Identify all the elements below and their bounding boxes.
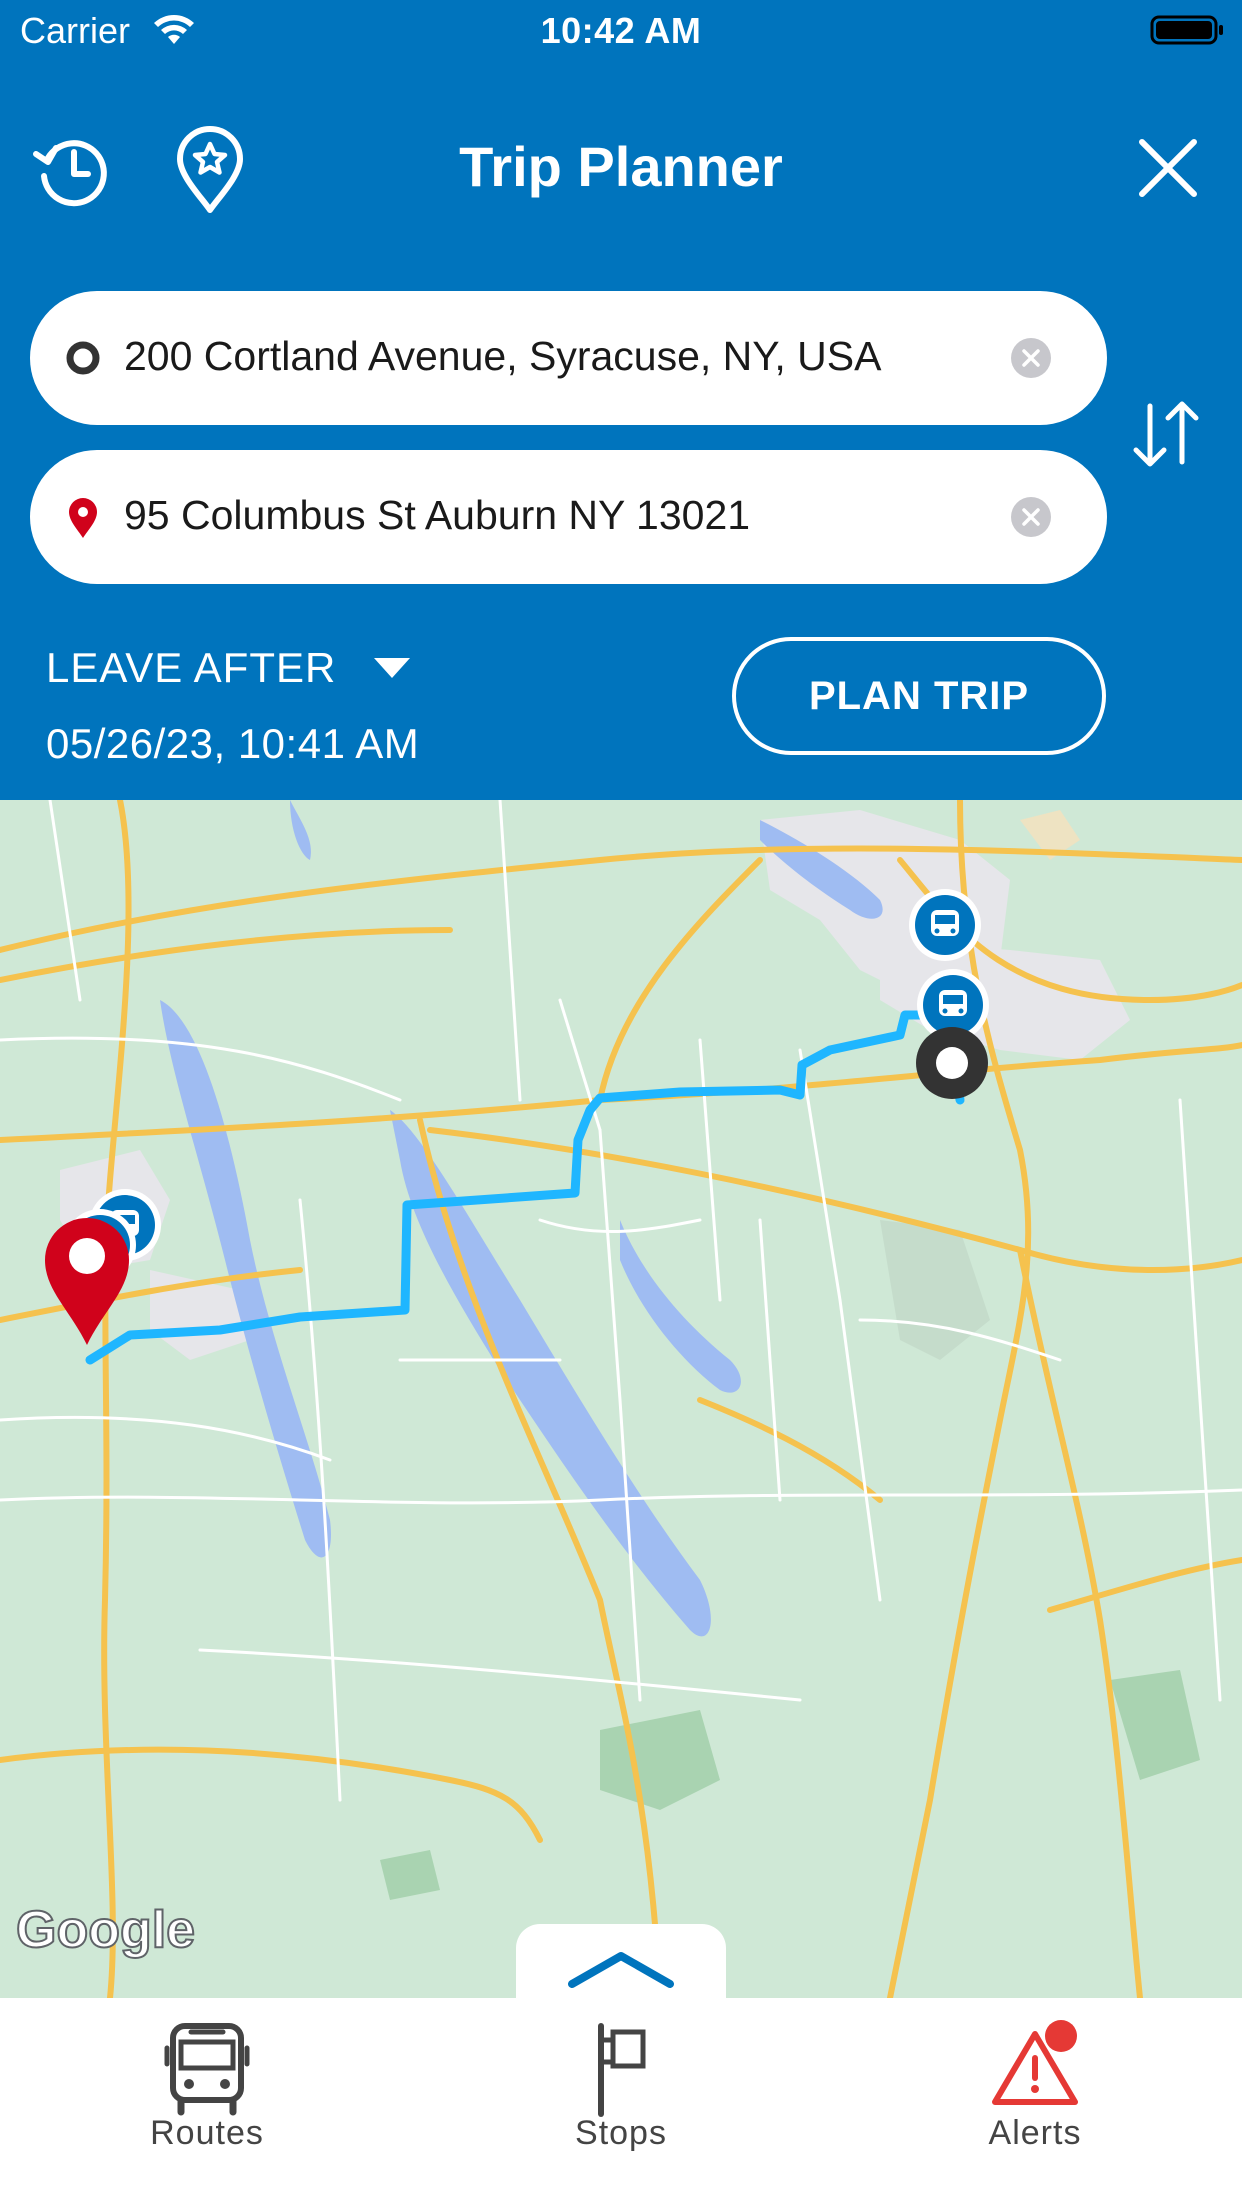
google-attribution: Google <box>15 1900 196 1960</box>
leave-mode-selector[interactable]: LEAVE AFTER <box>46 644 336 692</box>
destination-field[interactable]: 95 Columbus St Auburn NY 13021 <box>30 450 1107 584</box>
alert-badge <box>1045 2020 1077 2052</box>
origin-marker[interactable] <box>916 1027 988 1099</box>
destination-pin-icon <box>69 498 97 538</box>
tab-bar: Routes Stops Alerts <box>0 1998 1242 2208</box>
trip-drawer-handle[interactable] <box>516 1924 726 2008</box>
origin-dot-icon <box>66 341 100 375</box>
origin-field[interactable]: 200 Cortland Avenue, Syracuse, NY, USA <box>30 291 1107 425</box>
title-row: Trip Planner <box>0 110 1242 220</box>
stop-sign-icon <box>598 2023 646 2117</box>
clear-origin-icon[interactable] <box>1010 337 1052 379</box>
alert-triangle-icon <box>992 2020 1078 2105</box>
swap-locations-icon[interactable] <box>1128 398 1204 470</box>
tab-routes-label: Routes <box>150 2114 264 2152</box>
battery-icon <box>1150 15 1223 45</box>
status-bar: Carrier 10:42 AM <box>0 0 1242 62</box>
plan-trip-button[interactable]: PLAN TRIP <box>732 637 1106 755</box>
tab-routes[interactable]: Routes <box>0 1998 414 2208</box>
close-icon[interactable] <box>1132 132 1204 204</box>
map-canvas <box>0 800 1242 1998</box>
bus-stop-marker[interactable] <box>909 889 981 961</box>
clock: 10:42 AM <box>540 10 702 51</box>
header: Carrier 10:42 AM Trip Planner 200 Cortla… <box>0 0 1242 800</box>
tab-alerts-label: Alerts <box>988 2114 1082 2152</box>
destination-input[interactable]: 95 Columbus St Auburn NY 13021 <box>124 492 750 539</box>
destination-marker[interactable] <box>45 1218 129 1345</box>
tab-stops[interactable]: Stops <box>414 1998 828 2208</box>
clear-destination-icon[interactable] <box>1010 496 1052 538</box>
star-pin-icon[interactable] <box>174 126 246 216</box>
tab-stops-label: Stops <box>575 2114 667 2152</box>
departure-datetime[interactable]: 05/26/23, 10:41 AM <box>46 720 419 768</box>
tab-alerts[interactable]: Alerts <box>828 1998 1242 2208</box>
map-view[interactable]: Google <box>0 800 1242 1998</box>
chevron-down-icon[interactable] <box>372 656 412 680</box>
chevron-up-icon <box>568 1952 674 1988</box>
bus-icon <box>164 2023 250 2116</box>
origin-input[interactable]: 200 Cortland Avenue, Syracuse, NY, USA <box>124 333 881 380</box>
